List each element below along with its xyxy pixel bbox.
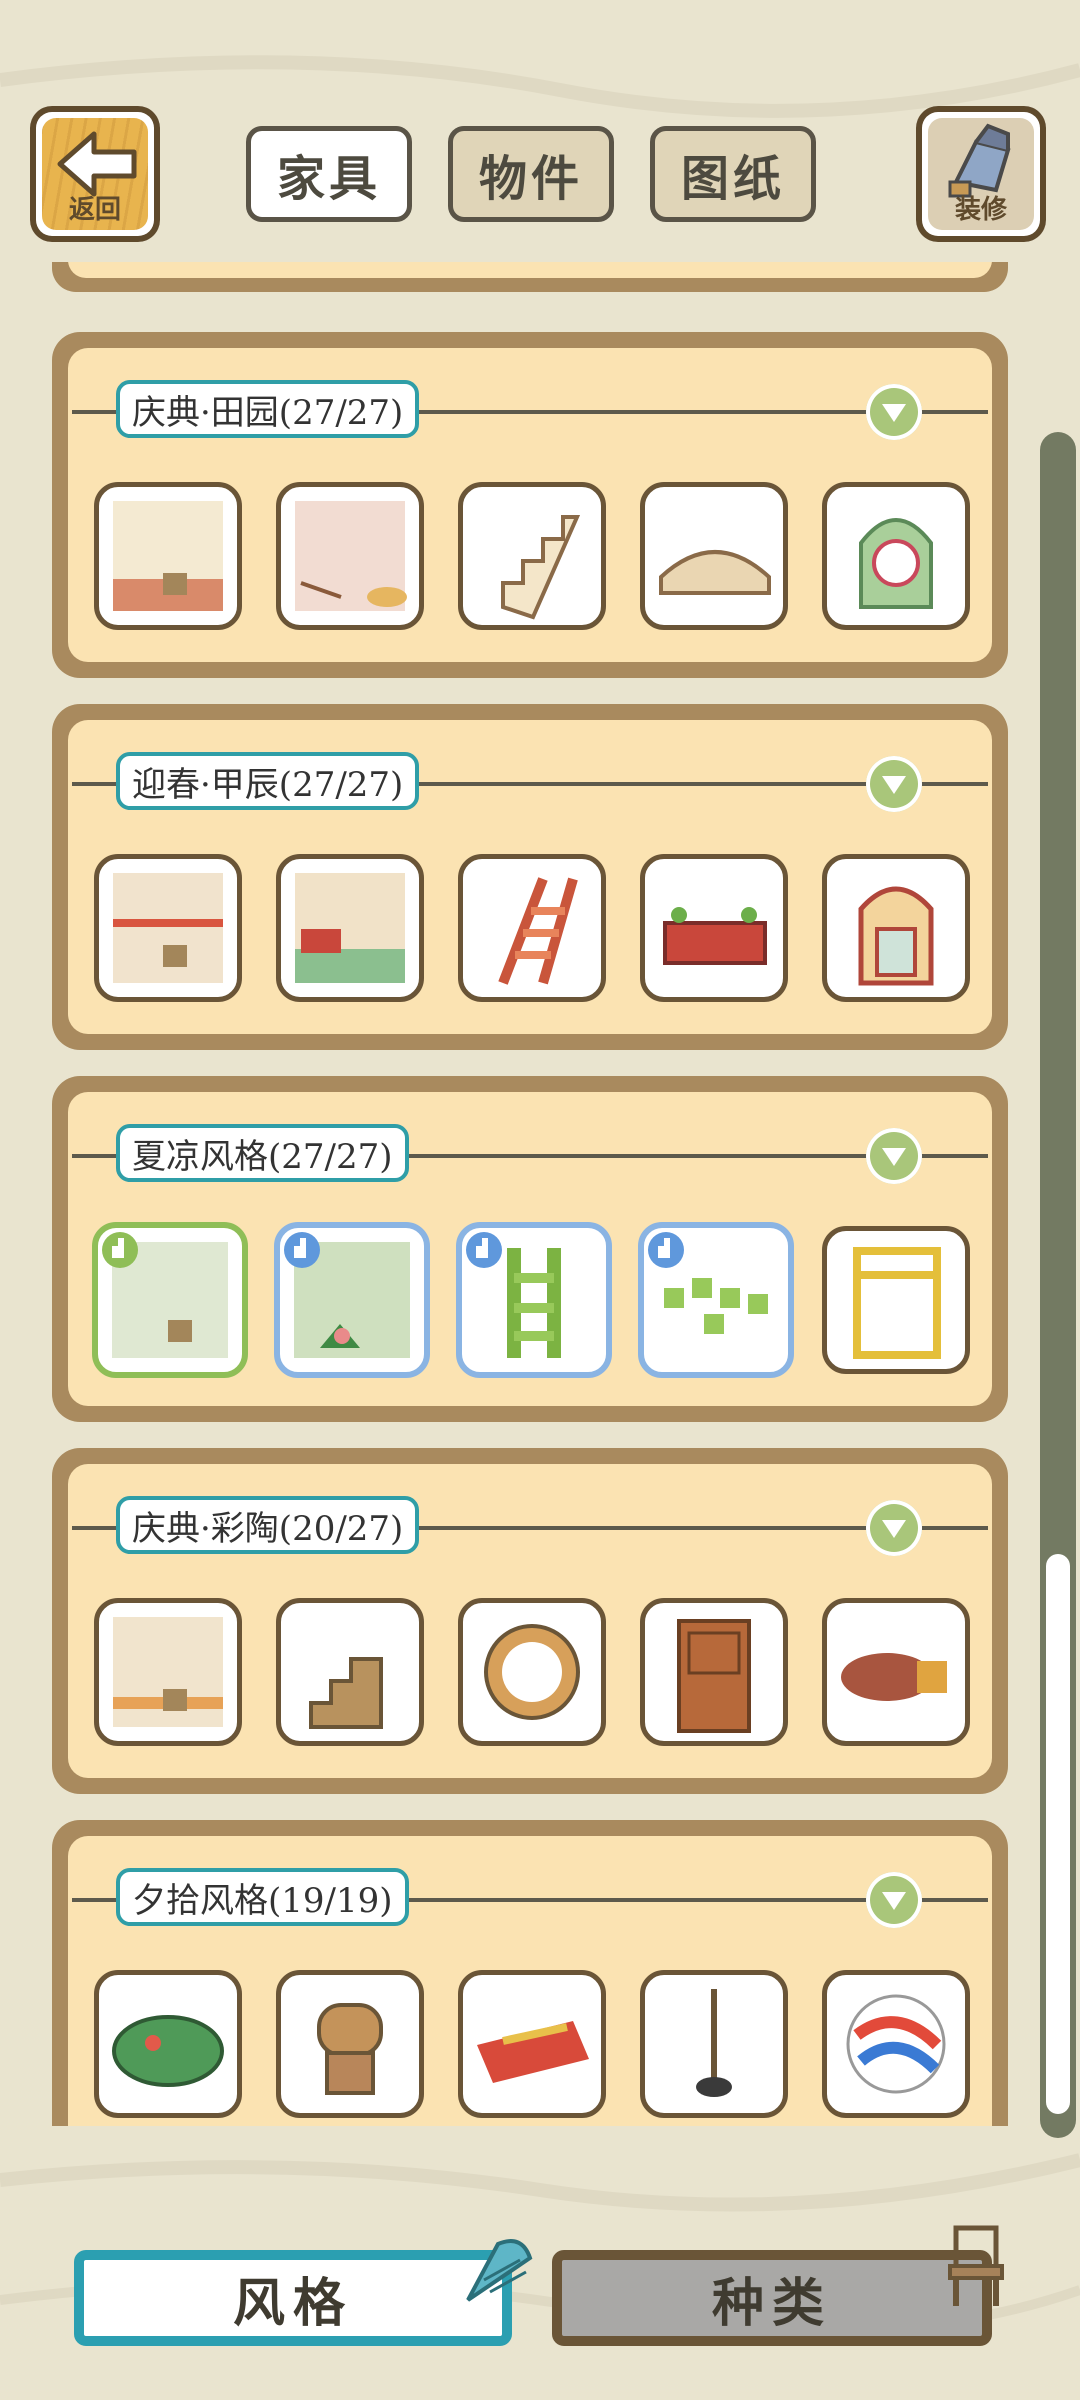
expand-toggle[interactable] xyxy=(866,756,922,812)
item-slot[interactable] xyxy=(276,1970,424,2118)
ladder-icon xyxy=(498,877,578,985)
hand-pointer-icon xyxy=(102,1232,138,1268)
item-slot[interactable] xyxy=(640,482,788,630)
item-slot-selected[interactable] xyxy=(456,1222,612,1378)
item-slot[interactable] xyxy=(822,482,970,630)
item-slot[interactable] xyxy=(640,1970,788,2118)
item-slot[interactable] xyxy=(458,482,606,630)
item-slot[interactable] xyxy=(640,854,788,1002)
expand-toggle[interactable] xyxy=(866,384,922,440)
item-slot-selected[interactable] xyxy=(638,1222,794,1378)
item-slot[interactable] xyxy=(94,1970,242,2118)
decorate-label: 装修 xyxy=(954,195,1007,225)
clay-stairs-icon xyxy=(309,1657,383,1729)
item-slot[interactable] xyxy=(822,854,970,1002)
chair-icon xyxy=(948,2225,1004,2306)
item-slot-selected[interactable] xyxy=(274,1222,430,1378)
tab-blueprints[interactable]: 图纸 xyxy=(650,126,816,222)
set-panel: 庆典·田园(27/27) xyxy=(52,332,1008,678)
set-title: 夕拾风格(19/19) xyxy=(116,1868,409,1926)
style-button[interactable]: 风格 xyxy=(74,2250,512,2346)
set-panel: 迎春·甲辰(27/27) xyxy=(52,704,1008,1050)
kind-label: 种类 xyxy=(711,2273,832,2334)
item-slot[interactable] xyxy=(94,482,242,630)
item-slot[interactable] xyxy=(458,854,606,1002)
chevron-down-icon xyxy=(882,776,906,794)
expand-toggle[interactable] xyxy=(866,1872,922,1928)
tab-objects[interactable]: 物件 xyxy=(448,126,614,222)
pole-icon xyxy=(696,1989,732,2097)
hand-pointer-icon xyxy=(648,1232,684,1268)
hand-pointer-icon xyxy=(284,1232,320,1268)
item-slot[interactable] xyxy=(276,1598,424,1746)
scrollbar-thumb[interactable] xyxy=(1046,1554,1070,2114)
kind-button[interactable]: 种类 xyxy=(552,2250,992,2346)
item-slot[interactable] xyxy=(94,1598,242,1746)
decorate-button[interactable]: 装修 xyxy=(916,106,1046,242)
floor-icon xyxy=(295,873,405,983)
stairs-icon xyxy=(501,515,581,620)
expand-toggle[interactable] xyxy=(866,1500,922,1556)
back-button[interactable]: 返回 xyxy=(30,106,160,242)
set-panel: 夕拾风格(19/19) xyxy=(52,1820,1008,2126)
item-slot[interactable] xyxy=(822,1226,970,1374)
chevron-down-icon xyxy=(882,1148,906,1166)
item-slot[interactable] xyxy=(458,1598,606,1746)
arched-window-icon xyxy=(859,518,933,609)
chevron-down-icon xyxy=(882,1520,906,1538)
tab-furniture[interactable]: 家具 xyxy=(246,126,412,222)
item-slot[interactable] xyxy=(640,1598,788,1746)
round-window-icon xyxy=(484,1624,580,1720)
door-icon xyxy=(677,1619,751,1733)
chevron-down-icon xyxy=(882,404,906,422)
style-label: 风格 xyxy=(232,2273,353,2334)
frog-statue-icon xyxy=(317,2003,383,2095)
frog-stone-icon xyxy=(112,2015,224,2087)
set-panel: 夏凉风格(27/27) xyxy=(52,1076,1008,1422)
wallpaper-icon xyxy=(113,501,223,611)
festive-bench-icon xyxy=(663,907,767,965)
hand-pointer-icon xyxy=(466,1232,502,1268)
set-panel-partial xyxy=(52,262,1008,292)
shell-icon xyxy=(466,2239,533,2302)
bench-icon xyxy=(659,550,771,595)
item-slot[interactable] xyxy=(822,1970,970,2118)
item-slot[interactable] xyxy=(94,854,242,1002)
set-title: 庆典·彩陶(20/27) xyxy=(116,1496,420,1554)
bamboo-window-icon xyxy=(853,1247,941,1359)
set-list[interactable]: 庆典·田园(27/27) 迎春·甲辰(27/27) 夏凉风格(27/27) 庆典… xyxy=(0,262,1080,2126)
set-title: 夏凉风格(27/27) xyxy=(116,1124,409,1182)
wallpaper-icon xyxy=(113,873,223,983)
floor-icon xyxy=(295,501,407,611)
back-label: 返回 xyxy=(68,195,121,225)
item-slot[interactable] xyxy=(276,482,424,630)
marble-icon xyxy=(846,1994,946,2094)
pottery-pillow-icon xyxy=(841,1653,947,1701)
expand-toggle[interactable] xyxy=(866,1128,922,1184)
set-title: 庆典·田园(27/27) xyxy=(116,380,420,438)
item-slot[interactable] xyxy=(458,1970,606,2118)
item-slot-selected[interactable] xyxy=(92,1222,248,1378)
set-title: 迎春·甲辰(27/27) xyxy=(116,752,420,810)
wallpaper-icon xyxy=(113,1617,223,1727)
rug-icon xyxy=(477,2021,589,2083)
item-slot[interactable] xyxy=(276,854,424,1002)
item-slot[interactable] xyxy=(822,1598,970,1746)
set-panel: 庆典·彩陶(20/27) xyxy=(52,1448,1008,1794)
festive-window-icon xyxy=(858,886,934,986)
chevron-down-icon xyxy=(882,1892,906,1910)
